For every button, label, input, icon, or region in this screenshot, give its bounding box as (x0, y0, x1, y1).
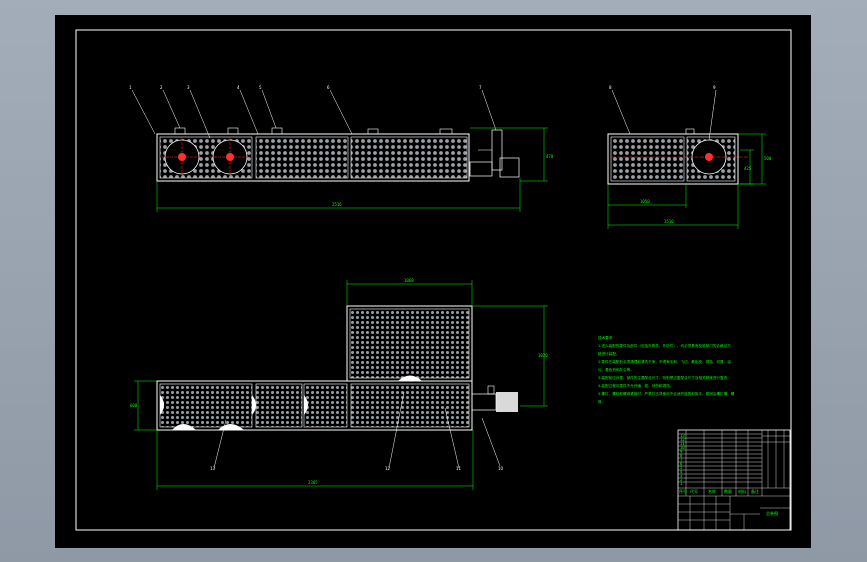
balloon-13: 13 (210, 466, 216, 471)
plan-view: 13 12 11 10 1068 1020 600 2365 (130, 278, 548, 490)
balloon-6: 6 (327, 85, 330, 90)
title-block: 13 12 11 10 9 8 7 6 5 4 3 2 1 序号 代号 名称 数… (677, 429, 791, 531)
technical-notes: 技术要求 1.进入装配的零件及部件（包括外购件、外协件），均必须具有检验部门的合… (598, 335, 735, 404)
plan-mesh-panel (303, 383, 348, 428)
dim-side-inner-height: 425 (744, 166, 752, 171)
top-fitting (271, 127, 283, 135)
assembly-drawing: 1 2 3 4 5 6 7 2516 470 8 9 1050 1510 500… (75, 29, 792, 531)
balloon-5: 5 (259, 85, 262, 90)
top-fitting (685, 128, 695, 135)
note-line: 4.装配过程中零件不允许磕、碰、划伤和锈蚀。 (598, 383, 673, 388)
note-line: 污、着色剂和灰尘等。 (598, 367, 634, 372)
side-view: 8 9 1050 1510 500 425 (607, 85, 772, 229)
mesh-panel (255, 136, 349, 179)
dim-side-outer-height: 500 (764, 156, 772, 161)
dim-front-length: 2516 (332, 202, 342, 207)
dim-plan-bottom-length: 2365 (308, 480, 318, 485)
top-fitting (439, 128, 453, 135)
drawing-frame (75, 29, 792, 531)
note-line: 3.装配前应对零、部件的主要配合尺寸，特别是过盈配合尺寸及相关精度进行复查。 (598, 375, 731, 380)
notes-title: 技术要求 (598, 335, 613, 340)
header-cell: 数量 (724, 488, 732, 494)
balloon-12: 12 (385, 466, 391, 471)
balloon-leaders (131, 89, 497, 139)
dim-side-inner-width: 1050 (640, 199, 650, 204)
dim-plan-left-height: 600 (130, 403, 138, 408)
parts-row: 1 (680, 481, 683, 486)
mesh-panel (350, 136, 468, 179)
header-cell: 序号 (679, 488, 687, 494)
balloon-3: 3 (187, 85, 190, 90)
dim-plan-right-height: 1020 (538, 353, 548, 358)
plan-mesh-panel (255, 383, 303, 428)
side-balloon-leaders (611, 89, 717, 141)
note-line: 能进行装配。 (598, 351, 620, 356)
wheel-bump (252, 395, 256, 415)
drawing-sheet: 1 2 3 4 5 6 7 2516 470 8 9 1050 1510 500… (55, 15, 811, 548)
header-cell: 代号 (690, 488, 698, 494)
balloon-7: 7 (479, 85, 482, 90)
plan-mesh-panel (350, 383, 470, 428)
header-cell: 备注 (751, 488, 759, 494)
side-mesh-panel (610, 136, 685, 182)
balloon-8: 8 (609, 85, 612, 90)
note-line: 1.进入装配的零件及部件（包括外购件、外协件），均必须具有检验部门的合格证方 (598, 343, 731, 348)
top-fitting (367, 128, 379, 135)
drive-motor (469, 129, 520, 178)
balloon-11: 11 (456, 466, 462, 471)
balloon-2: 2 (160, 85, 163, 90)
balloon-10: 10 (498, 466, 504, 471)
header-cell: 名称 (708, 488, 716, 494)
dim-plan-top-width: 1068 (404, 278, 414, 283)
balloon-9: 9 (713, 85, 716, 90)
plan-upper-mesh (349, 308, 470, 379)
plan-mesh-panel (159, 383, 253, 428)
note-line: 2.零件在装配前必须清理和清洗干净，不得有毛刺、飞边、氧化皮、锈蚀、切屑、油 (598, 359, 731, 364)
balloon-4: 4 (237, 85, 240, 90)
top-fitting (227, 127, 239, 135)
dim-side-outer-width: 1510 (664, 219, 674, 224)
header-cell: 材料 (738, 488, 746, 494)
balloon-1: 1 (129, 85, 132, 90)
note-line: 5.螺钉、螺栓和螺母紧固时，严禁打击或使用不合适的旋具和扳手。紧固后螺钉槽、螺 (598, 391, 735, 396)
drawing-name: 总装图 (766, 510, 778, 516)
note-line: 母。 (598, 400, 605, 404)
top-fitting (174, 127, 186, 135)
dim-front-height: 470 (546, 154, 554, 159)
front-view: 1 2 3 4 5 6 7 2516 470 (129, 85, 554, 212)
plan-drive-motor (471, 385, 518, 412)
